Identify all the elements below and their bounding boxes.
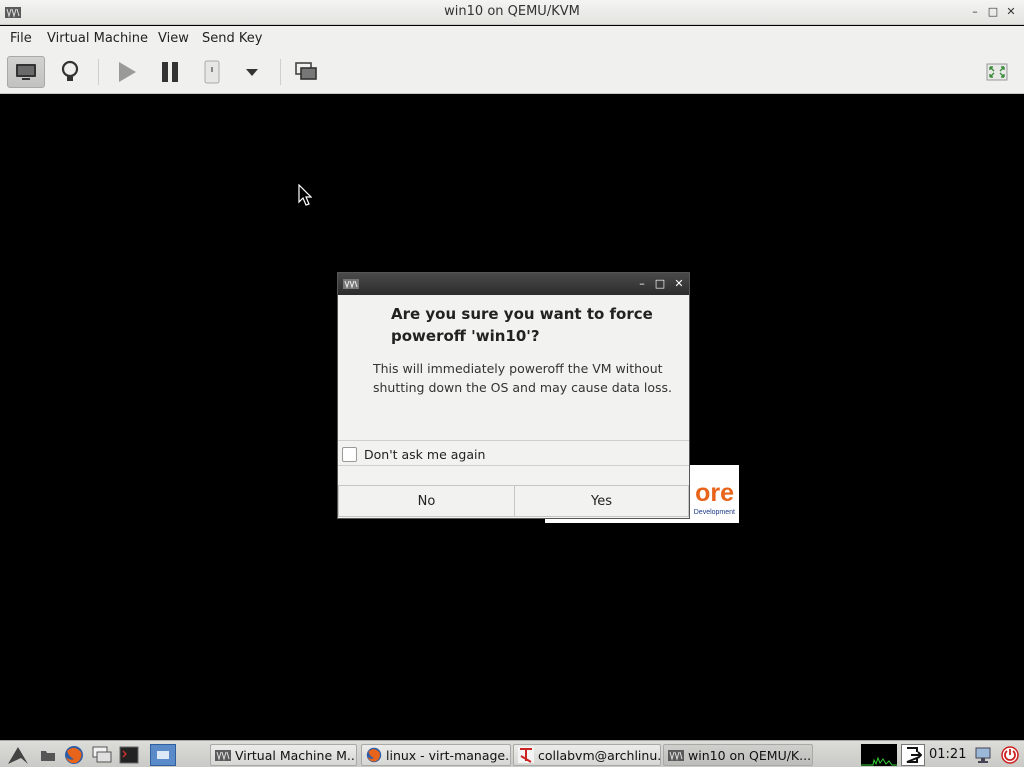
play-icon	[119, 62, 136, 82]
terminal-icon	[518, 747, 534, 763]
dont-ask-again-checkbox[interactable]	[342, 446, 357, 462]
background-logo-text: ore	[695, 479, 734, 507]
pause-button[interactable]	[151, 56, 189, 88]
launch-firefox[interactable]	[63, 744, 85, 766]
mouse-cursor-icon	[298, 184, 312, 206]
dialog-maximize-icon[interactable]: □	[653, 277, 667, 291]
network-icon	[975, 747, 991, 763]
power-icon	[1001, 746, 1019, 764]
dialog-titlebar: – □ ✕	[338, 273, 689, 295]
dialog-message: This will immediately poweroff the VM wi…	[373, 361, 672, 395]
chevron-down-icon	[246, 69, 258, 76]
task-label: collabvm@archlinu...	[538, 747, 661, 763]
windows-stack-icon	[92, 746, 112, 763]
toolbar-separator	[98, 59, 99, 85]
toolbar	[0, 51, 1024, 94]
background-logo-subtext: Development	[693, 509, 735, 516]
menu-virtual-machine[interactable]: Virtual Machine	[47, 31, 148, 46]
shutdown-menu-dropdown[interactable]	[233, 56, 271, 88]
yes-button[interactable]: Yes	[514, 485, 689, 517]
task-label: linux - virt-manage...	[386, 747, 511, 763]
folder-icon	[41, 751, 55, 761]
dont-ask-again-label[interactable]: Don't ask me again	[364, 447, 485, 462]
task-terminal[interactable]: collabvm@archlinu...	[513, 744, 661, 766]
cpu-graph-icon	[861, 756, 897, 766]
launch-file-manager[interactable]	[37, 744, 59, 766]
logout-button[interactable]	[901, 744, 925, 766]
minimize-icon[interactable]: –	[968, 5, 982, 19]
menu-bar: File Virtual Machine View Send Key	[0, 26, 1024, 51]
start-menu-button[interactable]	[4, 744, 34, 766]
launch-terminal[interactable]	[118, 744, 140, 766]
menu-file[interactable]: File	[10, 31, 32, 46]
shutdown-button[interactable]	[193, 56, 231, 88]
network-button[interactable]	[972, 744, 994, 766]
workspace-icon	[157, 751, 169, 759]
no-button[interactable]: No	[338, 485, 515, 517]
task-label: Virtual Machine M...	[235, 747, 357, 763]
task-virtual-machine-manager[interactable]: Virtual Machine M...	[210, 744, 357, 766]
snapshots-button[interactable]	[287, 56, 325, 88]
lightbulb-icon	[61, 60, 79, 81]
force-poweroff-dialog: – □ ✕ Are you sure you want to force pow…	[337, 272, 690, 519]
virt-manager-icon	[668, 747, 684, 763]
taskbar-clock[interactable]: 01:21	[929, 747, 966, 762]
menu-send-key[interactable]: Send Key	[202, 31, 262, 46]
task-firefox[interactable]: linux - virt-manage...	[361, 744, 511, 766]
show-console-button[interactable]	[7, 56, 45, 88]
dialog-minimize-icon[interactable]: –	[635, 277, 649, 291]
task-label: win10 on QEMU/K...	[688, 747, 812, 763]
divider	[338, 440, 689, 441]
logout-icon	[906, 747, 922, 763]
fullscreen-button[interactable]	[978, 56, 1016, 88]
taskbar: Virtual Machine M... linux - virt-manage…	[0, 740, 1024, 767]
close-icon[interactable]: ✕	[1004, 5, 1018, 19]
cpu-monitor	[861, 744, 897, 766]
virt-manager-icon	[343, 279, 359, 289]
menu-view[interactable]: View	[158, 31, 189, 46]
arch-logo-icon	[8, 747, 28, 764]
firefox-icon	[366, 747, 382, 763]
window-title: win10 on QEMU/KVM	[444, 4, 580, 19]
divider	[338, 465, 689, 466]
maximize-icon[interactable]: □	[986, 5, 1000, 19]
toolbar-separator	[280, 59, 281, 85]
run-button[interactable]	[108, 56, 146, 88]
launch-desktop[interactable]	[91, 744, 113, 766]
dont-ask-again-row[interactable]: Don't ask me again	[342, 445, 485, 463]
monitor-icon	[16, 64, 36, 80]
dialog-heading: Are you sure you want to force poweroff …	[391, 305, 653, 345]
workspace-switcher[interactable]	[150, 744, 176, 766]
snapshots-icon	[295, 62, 317, 80]
shutdown-menu-button[interactable]	[999, 744, 1021, 766]
firefox-icon	[65, 746, 83, 764]
dialog-close-icon[interactable]: ✕	[672, 277, 686, 291]
window-titlebar: win10 on QEMU/KVM – □ ✕	[0, 0, 1024, 25]
virt-manager-icon	[215, 747, 231, 763]
show-details-button[interactable]	[51, 56, 89, 88]
fullscreen-icon	[986, 63, 1008, 81]
power-switch-icon	[204, 60, 220, 84]
pause-icon	[162, 62, 178, 82]
terminal-icon	[119, 746, 139, 764]
task-win10-console[interactable]: win10 on QEMU/K...	[663, 744, 813, 766]
